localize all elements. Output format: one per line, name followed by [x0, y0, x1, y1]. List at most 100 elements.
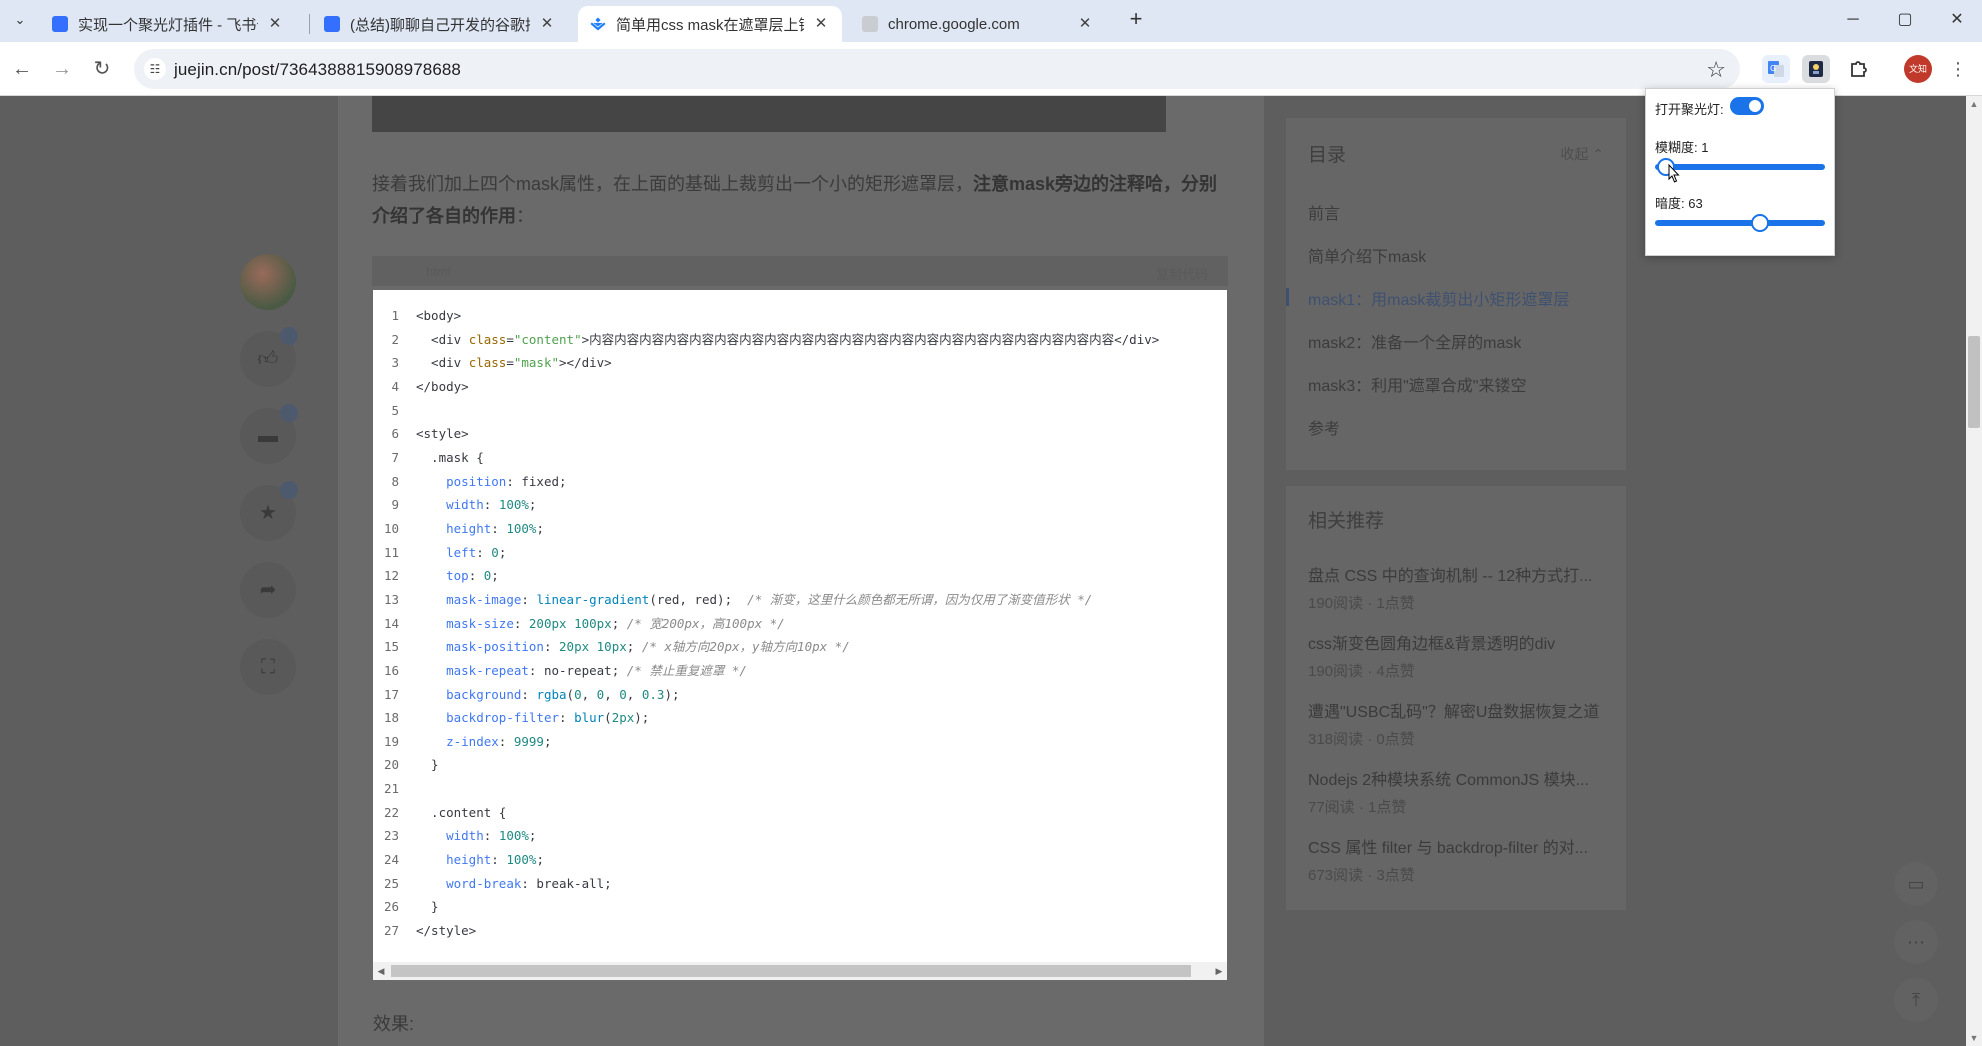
- spotlight-toggle[interactable]: [1730, 97, 1764, 115]
- scroll-right-icon[interactable]: ▶: [1211, 962, 1227, 980]
- code-line: 15 mask-position: 20px 10px; /* x轴方向20px…: [373, 635, 1227, 659]
- juejin-logo-icon: [590, 16, 606, 32]
- code-line: 17 background: rgba(0, 0, 0, 0.3);: [373, 683, 1227, 707]
- line-number: 11: [383, 544, 399, 560]
- tab-feishu-doc-2[interactable]: (总结)聊聊自己开发的谷歌插件 - 飞书云文档 ✕: [312, 6, 568, 42]
- profile-avatar[interactable]: 文知: [1904, 55, 1932, 83]
- page-scroll-thumb[interactable]: [1968, 336, 1980, 428]
- author-avatar[interactable]: [240, 254, 296, 310]
- code-block-spotlight: 1 <body> 2 <div class="content">内容内容内容内容内容…: [373, 290, 1227, 980]
- like-count-badge: [280, 327, 298, 345]
- line-number: 27: [383, 923, 399, 939]
- darkness-slider[interactable]: [1655, 214, 1825, 232]
- code-text: backdrop-filter: blur(2px);: [446, 710, 650, 726]
- scroll-down-icon[interactable]: ▼: [1966, 1030, 1982, 1046]
- line-number: 5: [391, 402, 399, 418]
- copy-code-button[interactable]: 复制代码: [1156, 264, 1208, 283]
- site-info-icon[interactable]: ☷: [144, 58, 166, 80]
- line-number: 3: [391, 355, 399, 371]
- tab-search-button[interactable]: ⌄: [8, 8, 32, 32]
- line-number: 15: [383, 639, 399, 655]
- feishu-doc-icon: [52, 16, 68, 32]
- tab-close-icon[interactable]: ✕: [538, 15, 556, 33]
- thumbs-up-icon: 👍︎: [257, 348, 279, 370]
- toc-fold-button[interactable]: 收起 ⌃: [1560, 144, 1604, 164]
- code-text: z-index: 9999;: [446, 733, 552, 749]
- forward-arrow-icon[interactable]: →: [48, 55, 76, 83]
- related-item-title[interactable]: css渐变色圆角边框&背景透明的div: [1308, 630, 1555, 654]
- tab-title: 实现一个聚光灯插件 - 飞书云文档: [78, 16, 258, 34]
- code-language-label: html: [426, 264, 451, 279]
- back-to-top-button[interactable]: ⤒: [1894, 978, 1938, 1022]
- tab-juejin-active[interactable]: 简单用css mask在遮罩层上镂空 ✕: [578, 6, 842, 42]
- blur-slider[interactable]: [1655, 158, 1825, 176]
- more-button[interactable]: ⋯: [1894, 920, 1938, 964]
- address-bar[interactable]: ☷ juejin.cn/post/7364388815908978688 ☆: [134, 49, 1740, 89]
- related-item-meta: 190阅读 · 1点赞: [1308, 595, 1415, 612]
- related-item-title[interactable]: CSS 属性 filter 与 backdrop-filter 的对...: [1308, 834, 1588, 858]
- code-line: 16 mask-repeat: no-repeat; /* 禁止重复遮罩 */: [373, 659, 1227, 683]
- code-text: .mask {: [416, 449, 484, 465]
- line-number: 2: [391, 331, 399, 347]
- code-line: 20 }: [373, 753, 1227, 777]
- code-line: 13 mask-image: linear-gradient(red, red)…: [373, 588, 1227, 612]
- related-item-title[interactable]: Nodejs 2种模块系统 CommonJS 模块...: [1308, 766, 1589, 790]
- code-line: 9 width: 100%;: [373, 493, 1227, 517]
- spotlight-extension-icon[interactable]: [1802, 55, 1830, 83]
- tab-close-icon[interactable]: ✕: [266, 15, 284, 33]
- toc-item-intro[interactable]: 前言: [1308, 200, 1340, 224]
- favorite-button[interactable]: ★: [240, 481, 298, 541]
- related-item-title[interactable]: 遭遇"USBC乱码"？解密U盘数据恢复之道: [1308, 698, 1599, 722]
- comment-button[interactable]: ▬: [240, 404, 298, 464]
- maximize-icon[interactable]: ▢: [1890, 8, 1920, 32]
- feedback-button[interactable]: ▭: [1894, 862, 1938, 906]
- code-text: </body>: [416, 378, 469, 394]
- line-number: 13: [383, 591, 399, 607]
- puzzle-extensions-icon[interactable]: [1844, 55, 1872, 83]
- scroll-left-icon[interactable]: ◀: [373, 962, 389, 980]
- fullscreen-button[interactable]: ⛶: [240, 639, 296, 695]
- arrow-up-icon: ⤒: [1912, 990, 1920, 1010]
- code-line: 25 word-break: break-all;: [373, 872, 1227, 896]
- tab-chrome-webstore[interactable]: chrome.google.com ✕: [850, 6, 1106, 42]
- minimize-icon[interactable]: ─: [1838, 8, 1868, 32]
- toc-item-mask2[interactable]: mask2：准备一个全屏的mask: [1308, 329, 1521, 353]
- line-number: 16: [383, 662, 399, 678]
- like-button[interactable]: 👍︎: [240, 327, 298, 387]
- toc-item-mask3[interactable]: mask3：利用"遮罩合成"来镂空: [1308, 372, 1527, 396]
- code-scroll-thumb[interactable]: [391, 965, 1191, 977]
- scroll-up-icon[interactable]: ▲: [1966, 96, 1982, 112]
- darkness-slider-thumb[interactable]: [1750, 214, 1769, 232]
- new-tab-button[interactable]: +: [1124, 8, 1148, 32]
- blur-label: 模糊度: 1: [1655, 140, 1709, 155]
- related-item-meta: 190阅读 · 4点赞: [1308, 663, 1415, 680]
- code-text: }: [416, 899, 439, 915]
- share-button[interactable]: ➦: [240, 562, 296, 618]
- code-line: 14 mask-size: 200px 100px; /* 宽200px，高10…: [373, 612, 1227, 636]
- more-menu-icon[interactable]: ⋮: [1944, 55, 1972, 83]
- code-text: background: rgba(0, 0, 0, 0.3);: [446, 686, 680, 702]
- comment-count-badge: [280, 404, 298, 422]
- reload-icon[interactable]: ↻: [88, 55, 116, 83]
- related-card: 相关推荐 盘点 CSS 中的查询机制 -- 12种方式打... 190阅读 · …: [1286, 486, 1626, 910]
- related-item-title[interactable]: 盘点 CSS 中的查询机制 -- 12种方式打...: [1308, 562, 1592, 586]
- related-title: 相关推荐: [1308, 511, 1385, 532]
- tab-feishu-doc-1[interactable]: 实现一个聚光灯插件 - 飞书云文档 ✕: [40, 6, 296, 42]
- line-number: 6: [391, 426, 399, 442]
- toc-item-references[interactable]: 参考: [1308, 415, 1340, 439]
- toc-item-mask-intro[interactable]: 简单介绍下mask: [1308, 243, 1426, 267]
- tab-title: 简单用css mask在遮罩层上镂空: [616, 16, 804, 34]
- tab-close-icon[interactable]: ✕: [812, 15, 830, 33]
- code-horizontal-scrollbar[interactable]: ◀ ▶: [373, 962, 1227, 980]
- toc-card: 目录 收起 ⌃ 前言 简单介绍下mask mask1：用mask裁剪出小矩形遮罩…: [1286, 118, 1626, 470]
- bookmark-star-icon[interactable]: ☆: [1706, 57, 1726, 83]
- toc-item-mask1[interactable]: mask1：用mask裁剪出小矩形遮罩层: [1308, 286, 1569, 310]
- translate-extension-icon[interactable]: G: [1762, 55, 1790, 83]
- code-line: 23 width: 100%;: [373, 824, 1227, 848]
- back-arrow-icon[interactable]: ←: [8, 55, 36, 83]
- tab-title: (总结)聊聊自己开发的谷歌插件 - 飞书云文档: [350, 16, 530, 34]
- close-window-icon[interactable]: ✕: [1942, 8, 1972, 32]
- page-scrollbar[interactable]: ▲ ▼: [1966, 96, 1982, 1046]
- tab-close-icon[interactable]: ✕: [1076, 15, 1094, 33]
- url-text[interactable]: juejin.cn/post/7364388815908978688: [174, 60, 461, 80]
